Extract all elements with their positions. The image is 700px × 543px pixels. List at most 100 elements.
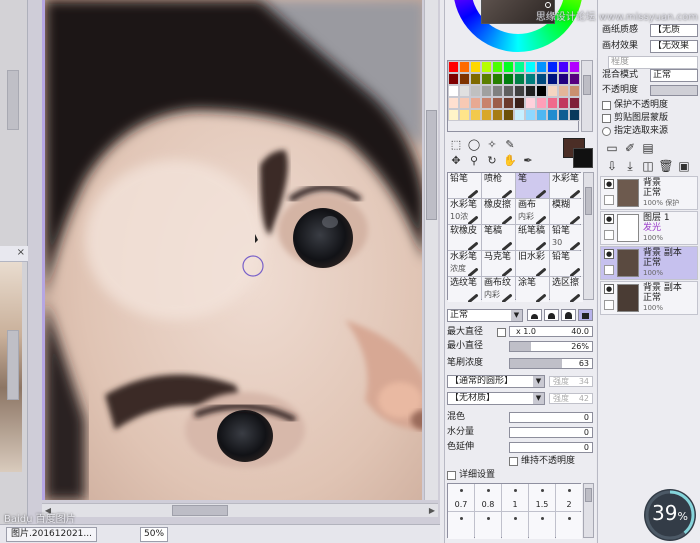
color-swatch[interactable]: [481, 109, 492, 121]
clear-layer-icon[interactable]: ◫: [640, 158, 656, 174]
background-window-scrollbar[interactable]: [7, 70, 19, 130]
keep-opacity-checkbox[interactable]: [509, 457, 518, 466]
new-layer-icon[interactable]: ▭: [604, 140, 620, 156]
eye-icon[interactable]: ●: [604, 179, 614, 189]
size-preset[interactable]: [556, 512, 582, 539]
brush-tool-item[interactable]: 铅笔 30: [550, 225, 583, 250]
color-swatch[interactable]: [569, 97, 580, 109]
color-swatch[interactable]: [481, 85, 492, 97]
brush-shape-select[interactable]: 【通常的圆形】 ▼: [447, 375, 545, 388]
brush-tool-item[interactable]: 选纹笔: [448, 277, 481, 302]
color-swatch[interactable]: [547, 85, 558, 97]
color-swatch[interactable]: [569, 73, 580, 85]
brush-tool-item[interactable]: 铅笔: [448, 173, 481, 198]
size-preset[interactable]: 2: [556, 484, 582, 511]
rotate-icon[interactable]: ↻: [485, 154, 499, 168]
color-swatch[interactable]: [448, 73, 459, 85]
scroll-thumb[interactable]: [172, 505, 228, 516]
close-icon[interactable]: ×: [17, 247, 25, 258]
color-swatch[interactable]: [481, 73, 492, 85]
color-swatch[interactable]: [569, 61, 580, 73]
layer-lock-checkbox[interactable]: [604, 300, 614, 310]
color-swatch[interactable]: [470, 85, 481, 97]
layer-lock-checkbox[interactable]: [604, 195, 614, 205]
color-swatch[interactable]: [536, 97, 547, 109]
color-swatch[interactable]: [470, 97, 481, 109]
color-swatch[interactable]: [448, 61, 459, 73]
brush-tool-item[interactable]: 选区擦: [550, 277, 583, 302]
layer-row[interactable]: ● 背景 正常 100% 保护: [600, 176, 698, 210]
color-swatch[interactable]: [514, 97, 525, 109]
canvas-horizontal-scrollbar[interactable]: ◀ ▶: [42, 503, 438, 517]
color-swatch[interactable]: [459, 61, 470, 73]
canvas-vertical-scrollbar[interactable]: [424, 0, 438, 500]
texture-strength-slider[interactable]: 强度 42: [549, 393, 593, 404]
color-swatch[interactable]: [558, 85, 569, 97]
size-preset[interactable]: [448, 512, 474, 539]
reference-image-scrollbar[interactable]: [7, 330, 19, 400]
brush-tool-item[interactable]: 笔: [516, 173, 549, 198]
brush-tool-item[interactable]: 涂笔: [516, 277, 549, 302]
size-preset[interactable]: 1: [502, 484, 528, 511]
color-swatch[interactable]: [459, 109, 470, 121]
color-swatch[interactable]: [459, 97, 470, 109]
color-swatch[interactable]: [503, 109, 514, 121]
paper-effect-select[interactable]: 【无效果: [650, 40, 698, 53]
blend-slider[interactable]: 0: [509, 412, 593, 423]
layer-row[interactable]: ● 背景 副本 正常 100%: [600, 281, 698, 315]
color-swatch[interactable]: [492, 97, 503, 109]
brush-tool-item[interactable]: 橡皮擦: [482, 199, 515, 224]
scroll-thumb[interactable]: [426, 110, 437, 220]
color-swatch[interactable]: [536, 61, 547, 73]
background-color[interactable]: [573, 148, 593, 168]
color-swatch[interactable]: [525, 97, 536, 109]
detail-settings-checkbox[interactable]: [447, 471, 456, 480]
color-swatch[interactable]: [470, 73, 481, 85]
color-swatch[interactable]: [503, 73, 514, 85]
merge-down-icon[interactable]: ⤓: [622, 158, 638, 174]
color-swatch[interactable]: [470, 109, 481, 121]
clip-group-checkbox[interactable]: [602, 114, 611, 123]
brush-tool-item[interactable]: 画布 内彩: [516, 199, 549, 224]
layer-lock-checkbox[interactable]: [604, 230, 614, 240]
shape-strength-slider[interactable]: 强度 34: [549, 376, 593, 387]
brush-texture-select[interactable]: 【无材质】 ▼: [447, 392, 545, 405]
size-preset[interactable]: 0.8: [475, 484, 501, 511]
color-swatch[interactable]: [503, 97, 514, 109]
brush-tool-item[interactable]: 软橡皮: [448, 225, 481, 250]
brush-tool-item[interactable]: 模糊: [550, 199, 583, 224]
color-swatch[interactable]: [558, 73, 569, 85]
brush-tool-item[interactable]: 纸笔稿: [516, 225, 549, 250]
brush-tool-item[interactable]: 画布纹 内彩: [482, 277, 515, 302]
magic-wand-icon[interactable]: ✧: [485, 138, 499, 152]
color-swatch[interactable]: [547, 97, 558, 109]
color-picker-icon[interactable]: ✒: [521, 154, 535, 168]
swatch-scrollbar[interactable]: [581, 60, 593, 132]
brush-tool-item[interactable]: 旧水彩: [516, 251, 549, 276]
eyedropper-icon[interactable]: ✎: [503, 138, 517, 152]
new-folder-icon[interactable]: ▤: [640, 140, 656, 156]
brush-tool-item[interactable]: 马克笔: [482, 251, 515, 276]
layer-lock-checkbox[interactable]: [604, 265, 614, 275]
move-icon[interactable]: ✥: [449, 154, 463, 168]
color-swatch[interactable]: [514, 109, 525, 121]
color-swatch[interactable]: [536, 73, 547, 85]
min-size-slider[interactable]: 26%: [509, 341, 593, 352]
size-preset[interactable]: [529, 512, 555, 539]
eye-icon[interactable]: ●: [604, 214, 614, 224]
layer-mask-icon[interactable]: ▣: [676, 158, 692, 174]
layer-row[interactable]: ● 背景 副本 正常 100%: [600, 246, 698, 280]
drawing-canvas[interactable]: [42, 0, 422, 500]
color-swatch[interactable]: [525, 85, 536, 97]
selection-source-radio[interactable]: [602, 127, 611, 136]
effect-degree-slider[interactable]: 程度: [608, 56, 698, 69]
delete-layer-icon[interactable]: 🗑: [658, 158, 674, 174]
color-swatch[interactable]: [448, 97, 459, 109]
transfer-down-icon[interactable]: ⇩: [604, 158, 620, 174]
color-swatch[interactable]: [514, 61, 525, 73]
color-swatch[interactable]: [492, 109, 503, 121]
color-swatch[interactable]: [514, 73, 525, 85]
zoom-icon[interactable]: ⚲: [467, 154, 481, 168]
scroll-right-icon[interactable]: ▶: [427, 505, 437, 516]
color-swatch[interactable]: [558, 109, 569, 121]
